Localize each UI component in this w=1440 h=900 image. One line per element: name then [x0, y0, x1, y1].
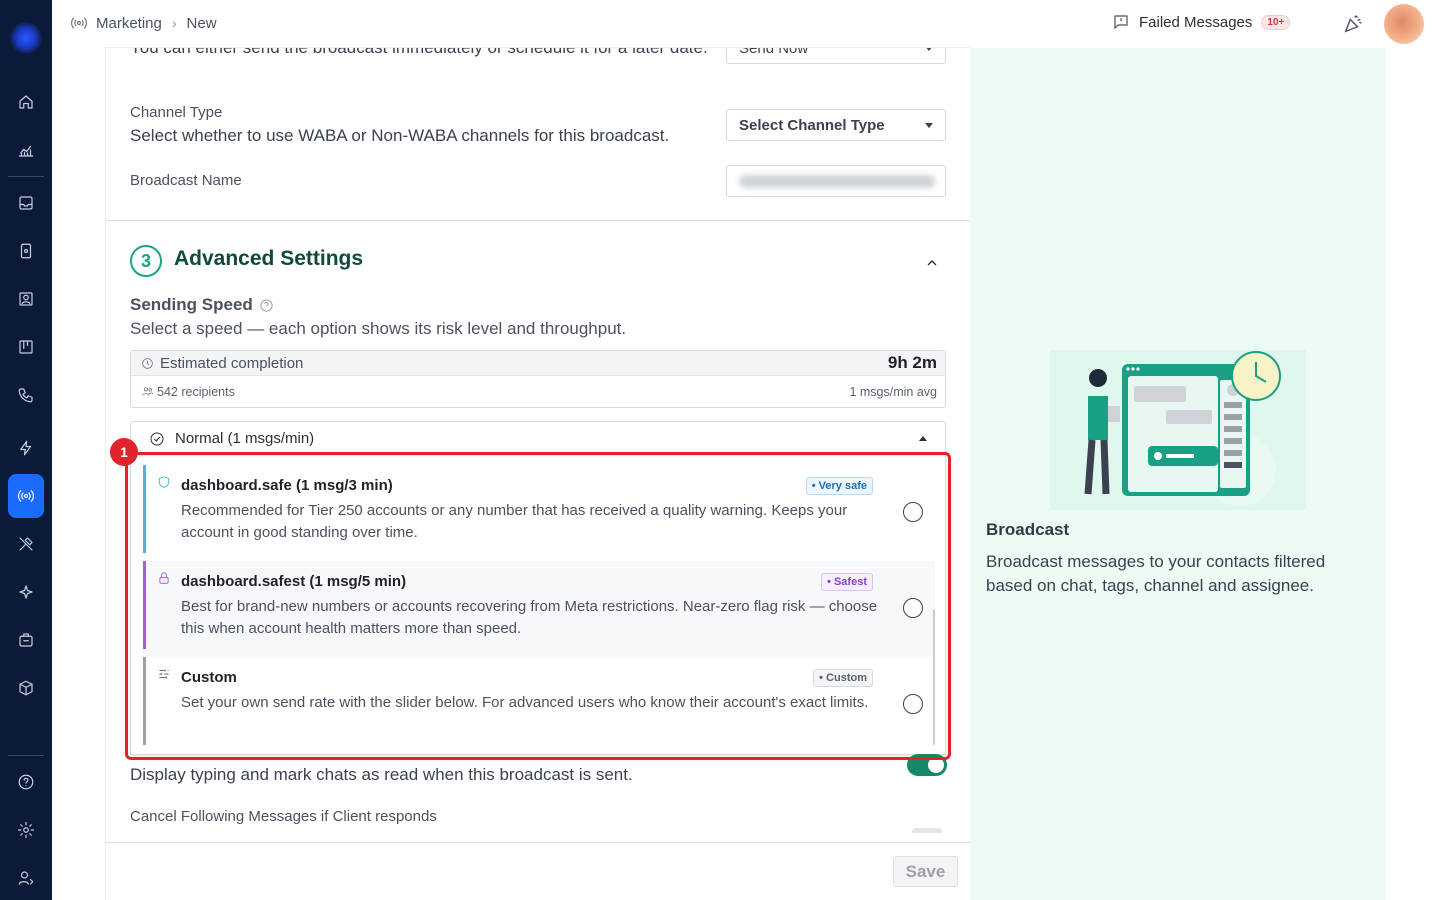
save-button[interactable]: Save — [893, 856, 958, 887]
schedule-select[interactable]: Send Now — [726, 48, 946, 64]
highlight-box — [125, 452, 951, 760]
breadcrumb-page: New — [186, 14, 217, 32]
collapse-section-button[interactable] — [920, 251, 944, 275]
caret-down-icon — [925, 48, 933, 51]
phone-icon[interactable] — [8, 377, 44, 413]
breadcrumb-section[interactable]: Marketing — [96, 15, 162, 32]
settings-icon[interactable] — [8, 812, 44, 848]
broadcast-icon[interactable] — [8, 474, 44, 518]
section-number: 3 — [130, 245, 162, 277]
channel-type-label: Channel Type — [130, 104, 223, 121]
blurred-value — [739, 175, 935, 188]
chevron-up-icon — [927, 260, 937, 266]
cancel-following-toggle[interactable] — [912, 828, 942, 833]
help-icon[interactable] — [8, 764, 44, 800]
recipients-count: 542 recipients — [157, 384, 235, 399]
estimated-completion-box: Estimated completion 9h 2m 542 recipient… — [130, 350, 946, 408]
channel-type-description: Select whether to use WABA or Non-WABA c… — [130, 126, 670, 145]
side-panel-description: Broadcast messages to your contacts filt… — [986, 552, 1326, 595]
package-icon[interactable] — [8, 670, 44, 706]
avatar[interactable] — [1384, 4, 1424, 44]
contacts-icon[interactable] — [8, 281, 44, 317]
user-settings-icon[interactable] — [8, 860, 44, 896]
form-footer: Save — [106, 842, 970, 900]
device-icon[interactable] — [8, 233, 44, 269]
sending-speed-label: Sending Speed — [130, 295, 253, 314]
top-bar: Marketing › New Failed Messages 10+ — [52, 0, 1440, 48]
estimated-completion-label: Estimated completion — [160, 354, 304, 372]
caret-up-icon — [919, 436, 927, 441]
sending-speed-selected: Normal (1 msgs/min) — [175, 430, 315, 447]
failed-count-badge: 10+ — [1261, 14, 1291, 30]
users-icon — [142, 387, 154, 396]
channel-type-select[interactable]: Select Channel Type — [726, 109, 946, 141]
schedule-description: You can either send the broadcast immedi… — [130, 48, 720, 60]
chevron-right-icon: › — [171, 15, 177, 31]
typing-indicator-description: Display typing and mark chats as read wh… — [130, 765, 633, 784]
briefcase-icon[interactable] — [8, 622, 44, 658]
failed-messages-button[interactable]: Failed Messages 10+ — [1112, 13, 1291, 31]
breadcrumb: Marketing › New — [70, 14, 217, 32]
board-icon[interactable] — [8, 329, 44, 365]
side-panel-title: Broadcast — [986, 520, 1070, 539]
clock-icon — [142, 357, 153, 369]
analytics-icon[interactable] — [8, 132, 44, 168]
channel-type-select-value: Select Channel Type — [739, 116, 885, 134]
broadcast-illustration — [1050, 350, 1306, 510]
broadcast-name-label: Broadcast Name — [130, 172, 242, 189]
info-side-panel: Broadcast Broadcast messages to your con… — [970, 48, 1386, 900]
automation-icon[interactable] — [8, 430, 44, 466]
estimated-completion-value: 9h 2m — [887, 353, 937, 372]
advanced-settings-title: Advanced Settings — [174, 247, 364, 270]
app-logo[interactable] — [10, 22, 42, 54]
left-rail — [0, 0, 52, 900]
highlight-number-badge: 1 — [110, 438, 138, 466]
schedule-select-value: Send Now — [739, 48, 809, 57]
cancel-following-label: Cancel Following Messages if Client resp… — [130, 808, 437, 825]
failed-messages-label: Failed Messages — [1139, 13, 1253, 31]
sending-speed-select[interactable]: Normal (1 msgs/min) — [130, 421, 946, 455]
alert-message-icon — [1114, 15, 1128, 30]
help-circle-icon[interactable] — [259, 298, 274, 313]
sending-speed-description: Select a speed — each option shows its r… — [130, 319, 627, 338]
check-circle-icon — [150, 432, 164, 445]
caret-down-icon — [925, 122, 933, 128]
inbox-icon[interactable] — [8, 185, 44, 221]
broadcast-name-input[interactable] — [726, 165, 946, 197]
party-popper-icon[interactable] — [1342, 13, 1364, 40]
sending-speed-title: Sending Speed — [130, 295, 274, 315]
sparkle-icon[interactable] — [8, 574, 44, 610]
broadcast-icon — [71, 17, 87, 29]
average-rate: 1 msgs/min avg — [849, 384, 937, 399]
home-icon[interactable] — [8, 84, 44, 120]
section-divider — [106, 220, 970, 221]
tools-icon[interactable] — [8, 526, 44, 562]
